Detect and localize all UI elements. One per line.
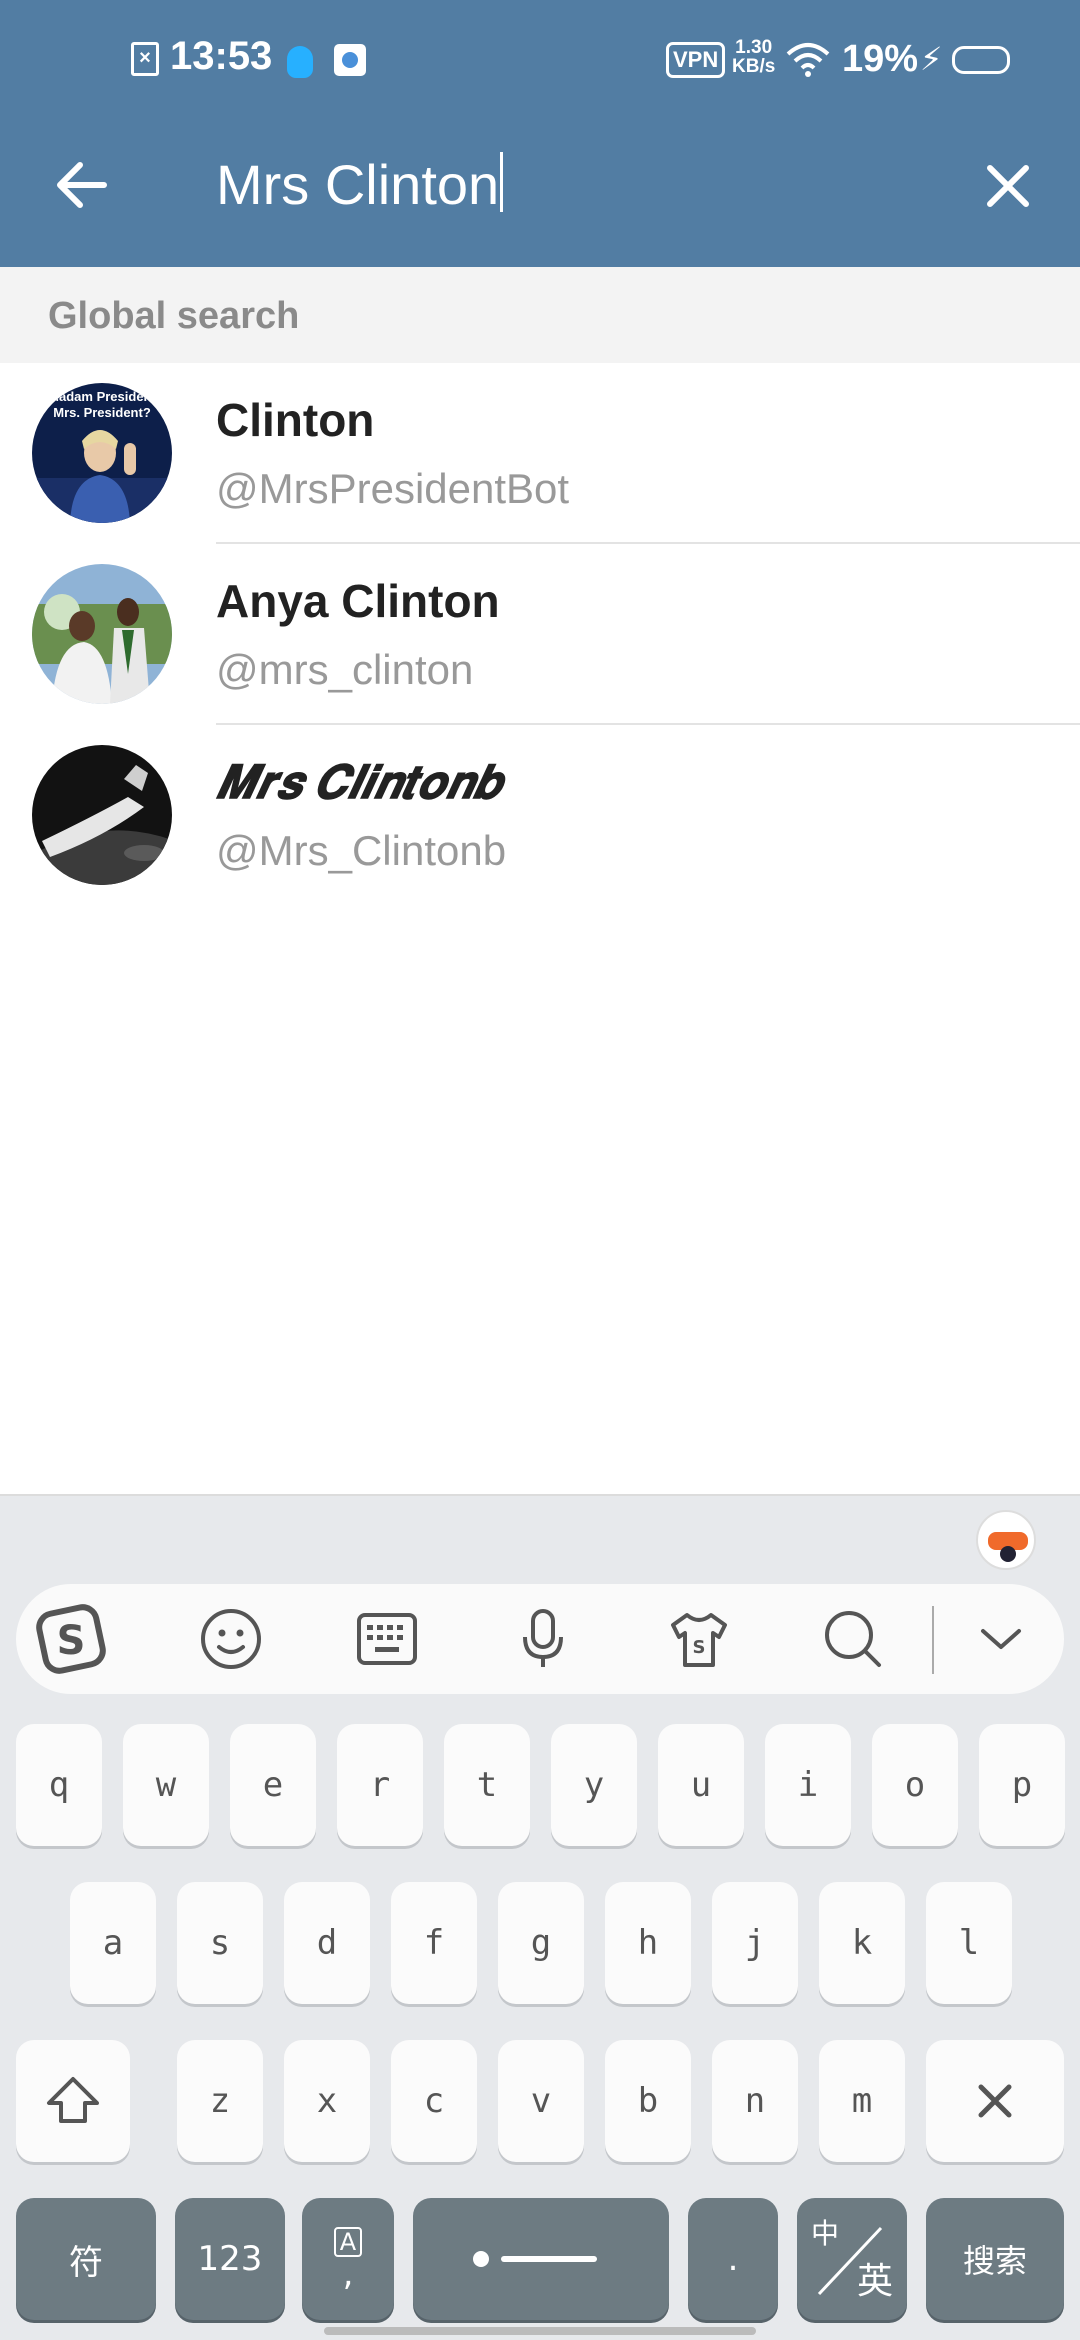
result-username: @mrs_clinton: [216, 646, 474, 693]
key-h[interactable]: h: [605, 1882, 691, 2004]
clear-search-button[interactable]: [968, 146, 1048, 226]
app-header: × 13:53 VPN 1.30 KB/s 19% ⚡ Mrs Clinton: [0, 0, 1080, 267]
key-q[interactable]: q: [16, 1724, 102, 1846]
key-d[interactable]: d: [284, 1882, 370, 2004]
microphone-icon[interactable]: [508, 1604, 578, 1674]
network-speed-unit: KB/s: [732, 56, 776, 77]
avatar: Madam President Mrs. President?: [32, 383, 172, 523]
search-result-item[interactable]: Anya Clinton @mrs_clinton: [0, 544, 1080, 725]
key-r[interactable]: r: [337, 1724, 423, 1846]
key-w[interactable]: w: [123, 1724, 209, 1846]
toolbar-separator: [932, 1606, 934, 1674]
skin-shirt-icon[interactable]: S: [664, 1604, 734, 1674]
search-result-item[interactable]: Madam President Mrs. President? Clinton …: [0, 363, 1080, 544]
key-i[interactable]: i: [765, 1724, 851, 1846]
key-t[interactable]: t: [444, 1724, 530, 1846]
key-l[interactable]: l: [926, 1882, 1012, 2004]
result-username: @Mrs_Clintonb: [216, 827, 507, 874]
avatar-caption-2: Mrs. President?: [53, 405, 151, 420]
key-v[interactable]: v: [498, 2040, 584, 2162]
home-indicator[interactable]: [324, 2327, 756, 2335]
key-f[interactable]: f: [391, 1882, 477, 2004]
text-cursor: [500, 152, 504, 212]
lang-english: 英: [856, 2261, 893, 2302]
vpn-icon: VPN: [666, 42, 726, 78]
key-x[interactable]: x: [284, 2040, 370, 2162]
chevron-down-icon[interactable]: [966, 1604, 1036, 1674]
network-speed-value: 1.30: [735, 37, 773, 58]
key-s[interactable]: s: [177, 1882, 263, 2004]
period-key[interactable]: .: [688, 2198, 778, 2320]
key-n[interactable]: n: [712, 2040, 798, 2162]
avatar: [32, 745, 172, 885]
result-name: 𝑴𝒓𝒔 𝑪𝒍𝒊𝒏𝒕𝒐𝒏𝒃: [216, 756, 502, 808]
key-m[interactable]: m: [819, 2040, 905, 2162]
keyboard-toolbar: S S: [16, 1584, 1064, 1694]
result-name: Clinton: [216, 394, 375, 446]
status-time: 13:53: [170, 34, 273, 78]
battery-icon: [952, 46, 1010, 74]
key-o[interactable]: o: [872, 1724, 958, 1846]
symbols-key[interactable]: 符: [16, 2198, 156, 2320]
svg-text:S: S: [693, 1637, 706, 1658]
wifi-icon: [786, 42, 830, 83]
key-j[interactable]: j: [712, 1882, 798, 2004]
key-a[interactable]: a: [70, 1882, 156, 2004]
comma-key[interactable]: A ,: [302, 2198, 394, 2320]
backspace-key[interactable]: [926, 2040, 1064, 2162]
avatar-caption-1: Madam President: [48, 389, 156, 404]
key-z[interactable]: z: [177, 2040, 263, 2162]
network-speed: 1.30 KB/s: [732, 38, 775, 76]
space-bar-icon: [473, 2251, 597, 2267]
battery-percent: 19%: [842, 38, 919, 80]
charging-icon: ⚡: [920, 41, 943, 77]
keyboard-mascot-icon[interactable]: [976, 1510, 1036, 1570]
language-switch-key[interactable]: 中 英: [797, 2198, 907, 2320]
key-c[interactable]: c: [391, 2040, 477, 2162]
avatar: [32, 564, 172, 704]
svg-text:S: S: [57, 1618, 86, 1664]
comma-label: ,: [342, 2254, 354, 2294]
sogou-logo-icon[interactable]: S: [36, 1604, 106, 1674]
key-e[interactable]: e: [230, 1724, 316, 1846]
space-key[interactable]: [413, 2198, 669, 2320]
result-username: @MrsPresidentBot: [216, 465, 570, 512]
soft-keyboard: S S q w e r t y u i o p a s d f g h j k …: [0, 1494, 1080, 2340]
search-input[interactable]: Mrs Clinton: [216, 148, 504, 222]
shift-key[interactable]: [16, 2040, 130, 2162]
section-title: Global search: [48, 295, 300, 337]
no-sim-icon: ×: [131, 42, 159, 76]
key-y[interactable]: y: [551, 1724, 637, 1846]
text-edit-icon: A: [333, 2227, 363, 2257]
global-search-header: Global search: [0, 267, 1080, 363]
qq-notification-icon: [287, 46, 313, 78]
app-notification-icon: [334, 44, 366, 76]
key-p[interactable]: p: [979, 1724, 1065, 1846]
key-k[interactable]: k: [819, 1882, 905, 2004]
search-query: Mrs Clinton: [216, 153, 500, 216]
back-button[interactable]: [42, 145, 122, 225]
key-u[interactable]: u: [658, 1724, 744, 1846]
key-b[interactable]: b: [605, 2040, 691, 2162]
close-icon: [987, 165, 1029, 207]
search-key[interactable]: 搜索: [926, 2198, 1064, 2320]
emoji-icon[interactable]: [196, 1604, 266, 1674]
shift-arrow-icon: [47, 2077, 99, 2123]
numbers-key[interactable]: 123: [175, 2198, 285, 2320]
delete-icon: [978, 2084, 1012, 2118]
status-bar: × 13:53 VPN 1.30 KB/s 19% ⚡: [0, 0, 1080, 120]
search-result-item[interactable]: 𝑴𝒓𝒔 𝑪𝒍𝒊𝒏𝒕𝒐𝒏𝒃 @Mrs_Clintonb: [0, 725, 1080, 906]
result-name: Anya Clinton: [216, 575, 500, 627]
search-icon[interactable]: [818, 1604, 888, 1674]
keyboard-layout-icon[interactable]: [352, 1604, 422, 1674]
arrow-left-icon: [57, 162, 107, 208]
key-g[interactable]: g: [498, 1882, 584, 2004]
